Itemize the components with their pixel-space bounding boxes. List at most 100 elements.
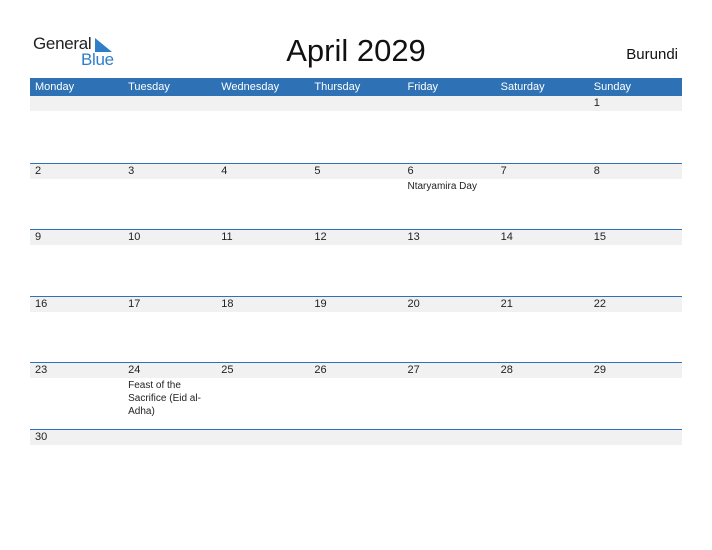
day-cell: 26 (309, 363, 402, 418)
holiday-label (314, 179, 394, 180)
holiday-label (594, 179, 674, 180)
holiday-label: Ntaryamira Day (407, 180, 477, 192)
day-number: 20 (407, 297, 420, 310)
holiday-label (128, 179, 208, 180)
day-cell: 13 (403, 230, 496, 246)
holiday-label (221, 111, 301, 112)
day-cell: 9 (30, 230, 123, 246)
day-number: 2 (35, 164, 42, 177)
day-number: 10 (128, 231, 141, 244)
day-cell: 1 (589, 96, 682, 112)
day-cell: 5 (309, 164, 402, 193)
day-number: 28 (500, 364, 513, 377)
day-number: 4 (221, 164, 228, 177)
day-cell: 20 (403, 297, 496, 313)
day-cell: 27 (403, 363, 496, 418)
week-row: 2 3 4 5 6 Ntaryamira Day 7 8 (30, 162, 682, 230)
holiday-label (221, 179, 301, 180)
day-number (501, 430, 589, 445)
weekday-saturday: Saturday (500, 81, 545, 93)
holiday-label (408, 111, 488, 112)
day-number (314, 96, 402, 111)
holiday-label (314, 245, 394, 246)
day-number: 11 (221, 231, 233, 244)
holiday-label (35, 378, 115, 379)
day-cell (123, 430, 216, 446)
day-number: 22 (593, 297, 606, 310)
day-number (408, 430, 496, 445)
day-cell: 24 Feast of the Sacrifice (Eid al-Adha) (123, 363, 216, 418)
day-cell (403, 430, 496, 446)
week-row: 23 24 Feast of the Sacrifice (Eid al-Adha)… (30, 362, 682, 429)
holiday-label (594, 245, 674, 246)
day-cell (496, 430, 589, 446)
day-number: 24 (128, 364, 141, 377)
holiday-label (594, 312, 674, 313)
day-cell: 16 (30, 297, 123, 313)
holiday-label (408, 378, 488, 379)
holiday-label (128, 445, 208, 446)
holiday-label (408, 312, 488, 313)
holiday-label (314, 111, 394, 112)
day-number: 29 (593, 364, 606, 377)
holiday-label (35, 111, 115, 112)
day-number (221, 430, 309, 445)
weekday-tuesday: Tuesday (128, 81, 170, 93)
day-cell (496, 96, 589, 112)
day-number: 12 (314, 231, 327, 244)
day-cell: 18 (216, 297, 309, 313)
day-number: 3 (128, 164, 135, 177)
day-cell: 14 (496, 230, 589, 246)
day-number: 25 (221, 364, 234, 377)
week-row: 16 17 18 19 20 21 22 (30, 295, 682, 363)
weekday-friday: Friday (407, 81, 439, 93)
day-cell (123, 96, 216, 112)
holiday-label (501, 312, 581, 313)
week-row: 9 10 11 12 13 14 15 (30, 229, 682, 296)
day-number: 5 (314, 164, 321, 177)
holiday-label (35, 245, 115, 246)
weeks-container: 1 2 3 4 5 6 Ntaryamira Day 7 8 9 10 11 12 13 14 15 16 17 1… (30, 96, 682, 445)
holiday-label (408, 245, 488, 246)
day-number (35, 96, 123, 111)
holiday-label (128, 245, 208, 246)
day-number: 23 (35, 364, 48, 377)
day-cell (30, 96, 123, 112)
day-cell: 7 (496, 164, 589, 193)
country-label: Burundi (626, 46, 678, 63)
day-number: 14 (500, 231, 513, 244)
day-cell (309, 430, 402, 446)
holiday-label (35, 179, 115, 180)
holiday-label (314, 378, 394, 379)
calendar-grid: Monday Tuesday Wednesday Thursday Friday… (30, 78, 682, 445)
day-number: 9 (35, 231, 42, 244)
day-cell: 3 (123, 164, 216, 193)
weekday-header: Monday Tuesday Wednesday Thursday Friday… (30, 78, 682, 96)
week-row: 1 (30, 96, 682, 163)
holiday-label (501, 245, 581, 246)
holiday-label (501, 378, 581, 379)
day-cell: 15 (589, 230, 682, 246)
day-number (128, 96, 216, 111)
day-number (314, 430, 402, 445)
day-number: 18 (221, 297, 234, 310)
day-number: 6 (407, 164, 414, 177)
week-row: 30 (30, 428, 682, 446)
day-number: 7 (500, 164, 507, 177)
weekday-monday: Monday (35, 81, 75, 93)
day-cell: 22 (589, 297, 682, 313)
day-number: 21 (500, 297, 513, 310)
weekday-wednesday: Wednesday (221, 81, 280, 93)
day-number (501, 96, 589, 111)
day-number: 13 (407, 231, 420, 244)
day-cell: 28 (496, 363, 589, 418)
day-cell: 4 (216, 164, 309, 193)
holiday-label (128, 111, 208, 112)
holiday-label (594, 445, 674, 446)
day-cell (216, 430, 309, 446)
day-cell: 17 (123, 297, 216, 313)
holiday-label (221, 312, 301, 313)
day-cell: 2 (30, 164, 123, 193)
day-cell: 29 (589, 363, 682, 418)
holiday-label (501, 445, 581, 446)
